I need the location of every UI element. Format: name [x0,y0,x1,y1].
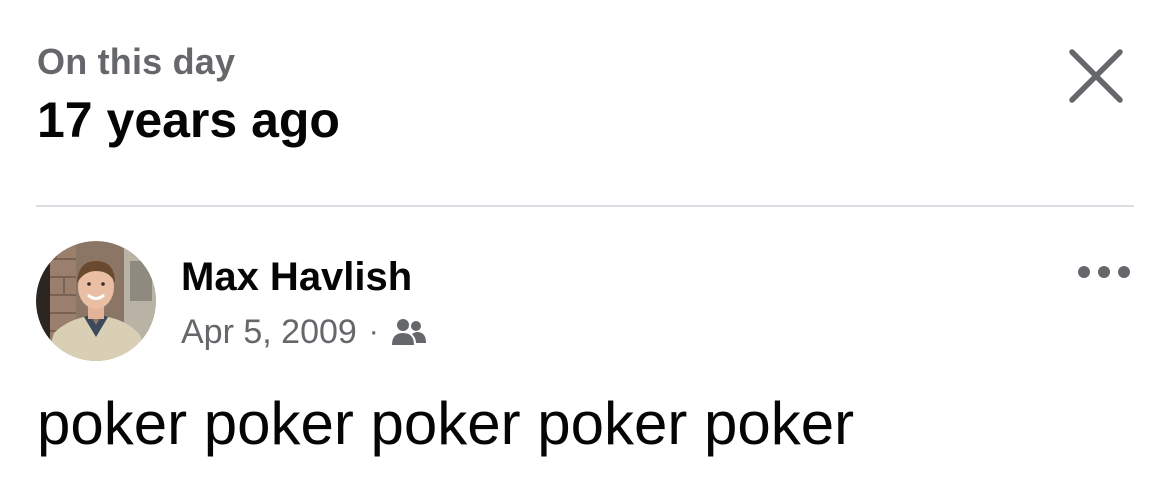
friends-icon [391,319,426,345]
author-avatar[interactable] [36,241,156,361]
post-meta: Apr 5, 2009 · [181,312,427,352]
post-date[interactable]: Apr 5, 2009 [181,313,357,352]
post-text: poker poker poker poker poker [37,390,855,457]
author-name[interactable]: Max Havlish [181,254,412,300]
header-divider [36,205,1134,207]
more-options-icon [1078,266,1130,278]
more-options-button[interactable] [1074,258,1134,286]
close-button[interactable] [1064,44,1128,108]
meta-separator: · [368,315,379,348]
memory-headline: 17 years ago [37,92,340,148]
memory-header: On this day 17 years ago [37,38,340,151]
profile-photo [36,241,156,361]
close-icon [1069,49,1123,103]
memory-eyebrow: On this day [37,41,236,82]
